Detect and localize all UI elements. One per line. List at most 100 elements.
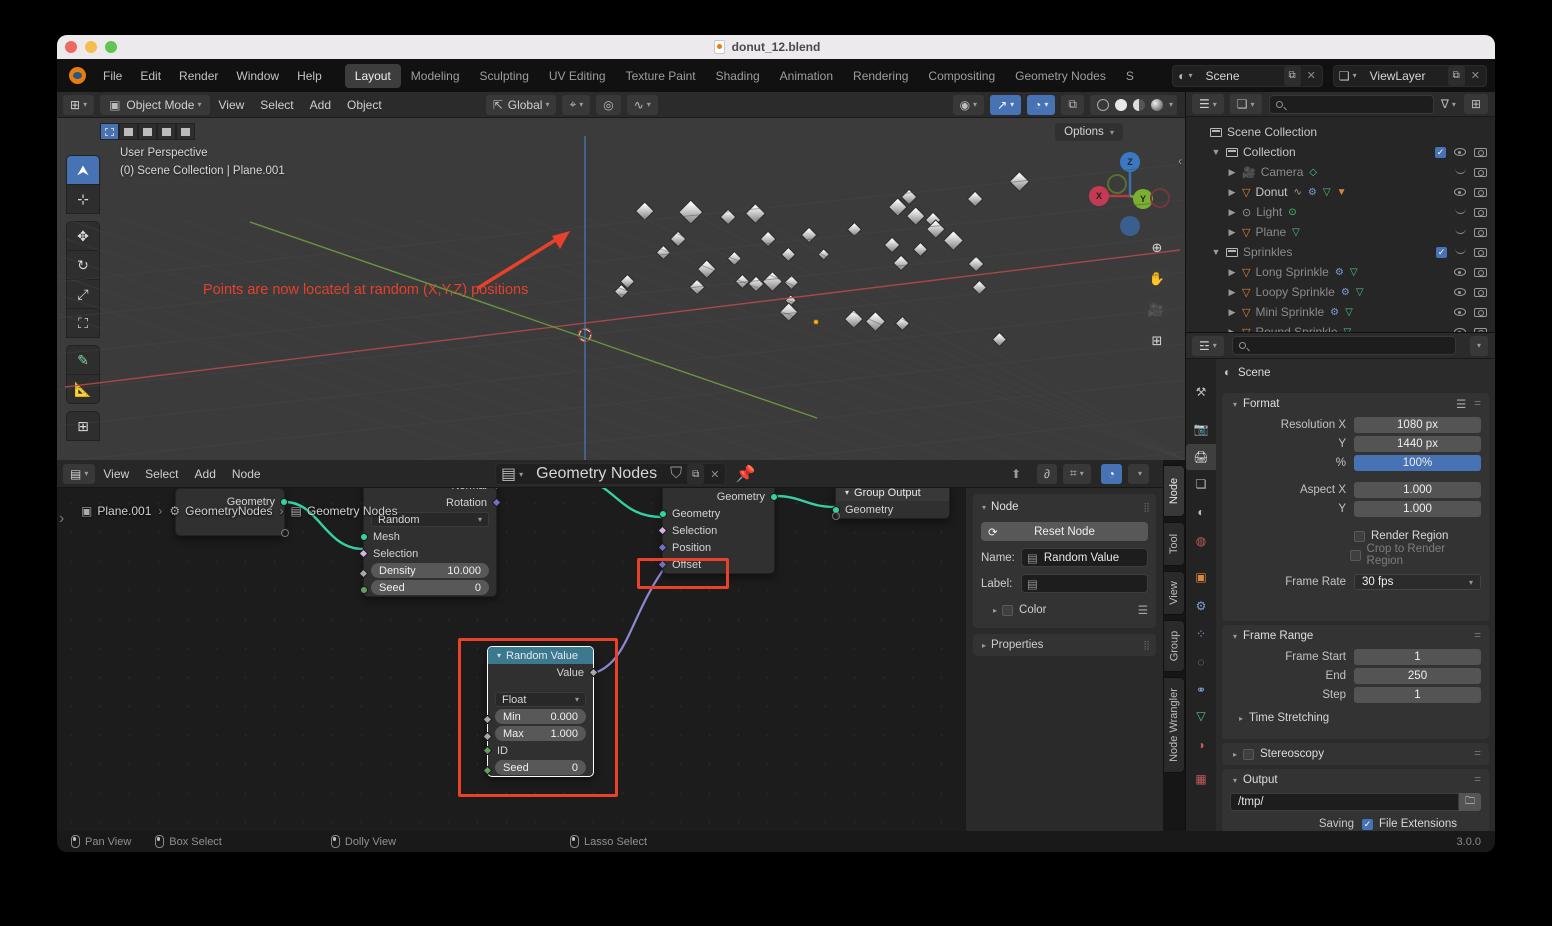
properties-tab-texture[interactable]: ▦ [1186, 766, 1216, 792]
tab-uv-editing[interactable]: UV Editing [539, 64, 616, 88]
viewport-menu-add[interactable]: Add [302, 95, 339, 115]
snap-node-target[interactable]: ⌗▾ [1063, 464, 1091, 484]
hide-eye-icon[interactable] [1454, 288, 1466, 296]
tab-compositing[interactable]: Compositing [918, 64, 1005, 88]
properties-tab-world[interactable]: ◍ [1186, 528, 1216, 554]
checkbox-render-region[interactable] [1354, 531, 1365, 542]
sidebar-tab-tool[interactable]: Tool [1163, 522, 1185, 566]
view-layer-selector[interactable]: ❏▾ ViewLayer ⧉ ✕ [1333, 65, 1487, 87]
presets-menu-icon[interactable]: ☰ [1138, 603, 1148, 617]
field-frame-rate[interactable]: 30 fps▾ [1354, 574, 1481, 590]
sidebar-tab-node[interactable]: Node [1163, 465, 1185, 517]
tab-sculpting[interactable]: Sculpting [470, 64, 539, 88]
tab-animation[interactable]: Animation [770, 64, 843, 88]
outliner-item-label[interactable]: Loopy Sprinkle [1255, 285, 1334, 299]
view-layer-name[interactable]: ViewLayer [1362, 69, 1448, 83]
expander[interactable]: ▶ [1226, 207, 1238, 218]
color-checkbox[interactable] [1002, 605, 1013, 616]
node-distribute-points[interactable]: NormalRotationRandom▾MeshSelectionDensit… [363, 472, 497, 597]
tab-geometry-nodes[interactable]: Geometry Nodes [1005, 64, 1116, 88]
render-visibility-icon[interactable] [1474, 168, 1487, 177]
hide-eye-icon[interactable] [1454, 188, 1466, 196]
outliner-search-input[interactable] [1269, 95, 1434, 114]
outliner-row-long-sprinkle[interactable]: ▶▽Long Sprinkle⚙▽ [1186, 262, 1495, 282]
unlink-scene-icon[interactable]: ✕ [1301, 69, 1322, 82]
render-visibility-icon[interactable] [1474, 288, 1487, 297]
properties-tab-material[interactable]: ◑ [1186, 732, 1216, 758]
panel-expand-arrow[interactable]: › [59, 510, 64, 528]
outliner-item-label[interactable]: Mini Sprinkle [1255, 305, 1324, 319]
breadcrumb-item[interactable]: GeometryNodes [185, 504, 272, 518]
expander[interactable]: ▶ [1226, 187, 1238, 198]
panel-options-icon[interactable]: = [1474, 398, 1481, 410]
properties-tab-constraints[interactable]: ⚭ [1186, 677, 1216, 703]
outliner-row-scene-collection[interactable]: Scene Collection [1186, 122, 1495, 142]
properties-tab-object-data[interactable]: ▽ [1186, 703, 1216, 729]
object-visibility-selector[interactable]: ◉▾ [953, 95, 985, 115]
expander[interactable]: ▶ [1226, 287, 1238, 298]
new-tree-button[interactable]: ⧉ [687, 464, 704, 484]
node-menu-select[interactable]: Select [137, 464, 186, 484]
hidden-eye-icon[interactable] [1455, 208, 1466, 214]
value-field-density[interactable]: Density10.000 [371, 563, 489, 578]
hide-eye-icon[interactable] [1454, 268, 1466, 276]
properties-tab-output[interactable]: 🖨 [1186, 444, 1216, 470]
expander[interactable]: ▶ [1226, 227, 1238, 238]
time-stretching-section[interactable]: ▸Time Stretching [1236, 708, 1489, 728]
sidebar-tab-node-wrangler[interactable]: Node Wrangler [1163, 677, 1185, 773]
output-path-input[interactable]: /tmp/ [1230, 793, 1459, 811]
frame-range-panel-title[interactable]: Frame Range [1243, 630, 1313, 642]
render-visibility-icon[interactable] [1474, 208, 1487, 217]
output-panel-title[interactable]: Output [1243, 774, 1278, 786]
check-label[interactable]: Crop to Render Region [1367, 543, 1482, 567]
new-collection-button[interactable]: ⊞ [1464, 94, 1488, 114]
filter-icon[interactable]: ∇ [1441, 97, 1449, 111]
menu-file[interactable]: File [94, 65, 131, 87]
editor-type-button[interactable]: ▤▾ [63, 464, 95, 484]
hidden-eye-icon[interactable] [1455, 168, 1466, 174]
breadcrumb-item[interactable]: Geometry Nodes [307, 504, 398, 518]
visibility-checkbox[interactable]: ✓ [1436, 247, 1447, 258]
tab-texture-paint[interactable]: Texture Paint [616, 64, 706, 88]
outliner-row-collection[interactable]: ▼Collection✓ [1186, 142, 1495, 162]
properties-tab-particles[interactable]: ⁘ [1186, 621, 1216, 647]
format-panel-title[interactable]: Format [1243, 398, 1279, 410]
geometry-input-socket[interactable] [659, 510, 667, 518]
node-section-title[interactable]: Node [991, 501, 1019, 513]
scene-name[interactable]: Scene [1198, 69, 1284, 83]
geometry-node-editor[interactable]: GeometryNormalRotationRandom▾MeshSelecti… [57, 460, 1163, 831]
geometry-output-socket[interactable] [770, 493, 778, 501]
editor-type-button[interactable]: ☰▾ [1192, 94, 1224, 114]
shading-mode-buttons[interactable]: ▾ [1090, 95, 1177, 115]
menu-render[interactable]: Render [170, 65, 227, 87]
panel-options-icon[interactable]: = [1474, 630, 1481, 642]
field-y[interactable]: 1.000 [1354, 501, 1481, 517]
outliner-item-label[interactable]: Long Sprinkle [1255, 265, 1328, 279]
fake-user-shield-icon[interactable]: ⛉ [665, 464, 687, 484]
node-menu-add[interactable]: Add [187, 464, 224, 484]
outliner-row-camera[interactable]: ▶🎥Camera◇ [1186, 162, 1495, 182]
field-y[interactable]: 1440 px [1354, 436, 1481, 452]
hide-eye-icon[interactable] [1454, 308, 1466, 316]
node-menu-node[interactable]: Node [224, 464, 269, 484]
menu-help[interactable]: Help [288, 65, 331, 87]
outliner-item-label[interactable]: Scene Collection [1227, 125, 1317, 139]
reset-node-button[interactable]: ⟳ Reset Node [981, 522, 1148, 541]
show-overlays-toggle[interactable]: ◔▾ [1027, 95, 1055, 115]
render-visibility-icon[interactable] [1474, 248, 1487, 257]
snap-target-selector[interactable]: ⌖▾ [562, 95, 590, 115]
value-field-seed[interactable]: Seed0 [371, 580, 489, 595]
panel-options-icon[interactable]: = [1474, 774, 1481, 786]
browse-folder-button[interactable]: 🗀 [1459, 793, 1481, 811]
snap-node-toggle[interactable]: ∂ [1037, 464, 1057, 484]
overlays-toggle[interactable]: ◔ [1101, 464, 1122, 484]
color-label[interactable]: Color [1019, 604, 1046, 616]
render-visibility-icon[interactable] [1474, 308, 1487, 317]
overlays-dropdown[interactable]: ▾ [1128, 464, 1149, 484]
geometry-input-socket[interactable] [360, 533, 368, 541]
tab-layout[interactable]: Layout [345, 64, 401, 88]
display-mode-selector[interactable]: ❏▾ [1230, 94, 1262, 114]
viewport-menu-select[interactable]: Select [252, 95, 301, 115]
render-visibility-icon[interactable] [1474, 228, 1487, 237]
file-extensions-label[interactable]: File Extensions [1379, 818, 1457, 830]
